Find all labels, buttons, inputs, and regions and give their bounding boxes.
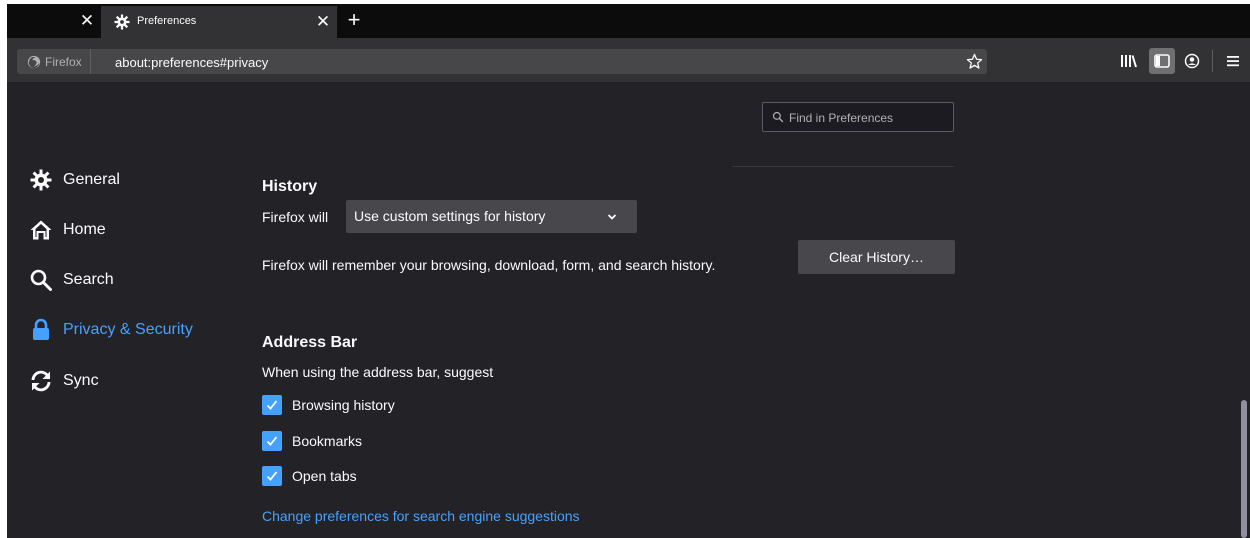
checkmark-icon	[266, 471, 278, 481]
new-tab-button[interactable]: +	[343, 9, 365, 31]
browser-window: ✕ Preferences ✕ + Firefox about:preferen…	[7, 4, 1250, 538]
toolbar-separator	[1212, 50, 1213, 72]
sidebar-item-label: Search	[63, 271, 114, 288]
gear-icon	[30, 169, 52, 191]
search-icon	[30, 269, 52, 291]
hamburger-menu-icon	[1227, 56, 1239, 67]
library-icon	[1121, 55, 1137, 68]
account-button[interactable]	[1179, 48, 1205, 74]
sidebar-item-general[interactable]: General	[29, 165, 120, 195]
history-heading: History	[262, 178, 318, 195]
history-mode-value: Use custom settings for history	[354, 208, 546, 224]
checkmark-icon	[266, 436, 278, 446]
checkbox-label: Open tabs	[292, 468, 357, 484]
menu-button[interactable]	[1220, 48, 1246, 74]
tab-close-icon[interactable]: ✕	[313, 12, 333, 32]
sidebar-button[interactable]	[1149, 48, 1175, 74]
sidebar-item-search[interactable]: Search	[29, 265, 114, 295]
account-icon	[1184, 53, 1200, 69]
search-suggestions-link[interactable]: Change preferences for search engine sug…	[262, 508, 580, 524]
identity-label: Firefox	[45, 54, 82, 69]
close-icon[interactable]: ✕	[77, 11, 97, 31]
sidebar-item-label: General	[63, 171, 120, 188]
chevron-down-icon	[607, 214, 617, 220]
sync-icon	[31, 370, 51, 392]
history-mode-select[interactable]: Use custom settings for history	[346, 200, 637, 233]
library-button[interactable]	[1115, 48, 1141, 74]
firefox-icon	[27, 55, 41, 68]
sidebar-item-label: Home	[63, 221, 106, 238]
checkbox-checked[interactable]	[262, 395, 282, 415]
checkmark-icon	[266, 400, 278, 410]
preferences-content: Find in Preferences General Home Search …	[7, 82, 1250, 538]
identity-box[interactable]: Firefox	[17, 49, 91, 74]
scrollbar-thumb[interactable]	[1241, 400, 1247, 538]
firefox-will-label: Firefox will	[262, 209, 329, 225]
search-input[interactable]: Find in Preferences	[762, 102, 954, 132]
tab-preferences[interactable]: Preferences ✕	[101, 6, 337, 38]
sidebar-item-home[interactable]: Home	[29, 215, 106, 245]
gear-icon	[114, 14, 130, 30]
sidebar-icon	[1154, 54, 1170, 68]
tab-strip: ✕ Preferences ✕ +	[7, 4, 1250, 38]
browsing-history-option[interactable]: Browsing history	[262, 394, 395, 416]
search-placeholder: Find in Preferences	[789, 111, 894, 125]
star-icon[interactable]	[965, 52, 984, 71]
sidebar-item-label: Sync	[63, 372, 99, 389]
bookmarks-option[interactable]: Bookmarks	[262, 430, 362, 452]
clear-history-button[interactable]: Clear History…	[798, 240, 955, 274]
address-bar-intro: When using the address bar, suggest	[262, 364, 494, 380]
sidebar-item-label: Privacy & Security	[63, 321, 193, 338]
sidebar-item-sync[interactable]: Sync	[29, 366, 99, 396]
url-bar[interactable]: Firefox about:preferences#privacy	[17, 49, 987, 74]
history-description: Firefox will remember your browsing, dow…	[262, 257, 716, 273]
checkbox-checked[interactable]	[262, 466, 282, 486]
tab-title: Preferences	[137, 15, 197, 27]
checkbox-label: Bookmarks	[292, 433, 363, 449]
open-tabs-option[interactable]: Open tabs	[262, 465, 357, 487]
header-divider	[732, 166, 954, 167]
checkbox-label: Browsing history	[292, 397, 395, 413]
nav-bar: Firefox about:preferences#privacy	[7, 38, 1250, 82]
home-icon	[30, 220, 52, 240]
address-bar-heading: Address Bar	[262, 334, 358, 351]
search-icon	[772, 111, 784, 123]
checkbox-checked[interactable]	[262, 431, 282, 451]
url-text[interactable]: about:preferences#privacy	[115, 55, 268, 70]
sidebar-item-privacy-security[interactable]: Privacy & Security	[29, 315, 193, 345]
lock-icon	[33, 318, 49, 340]
